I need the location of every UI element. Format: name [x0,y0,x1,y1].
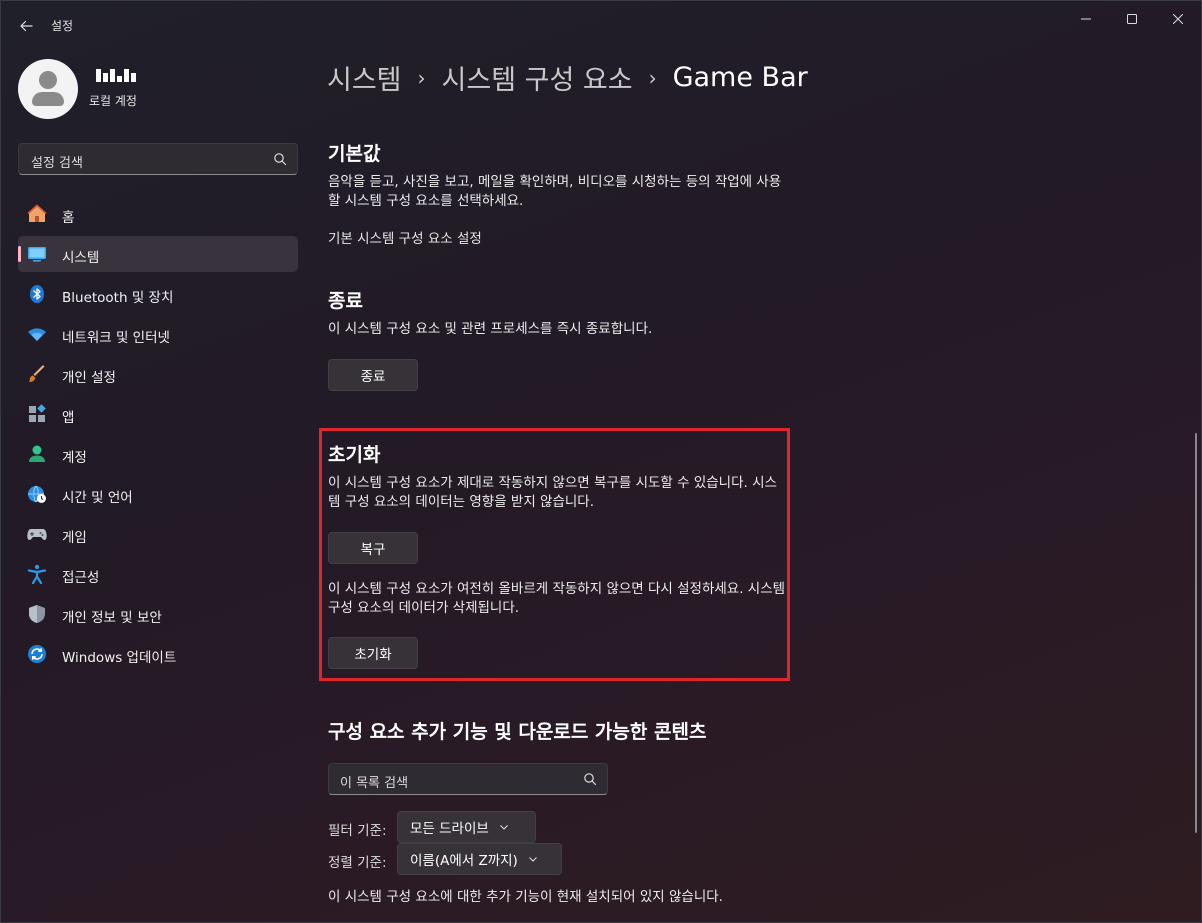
sidebar-item-personalization[interactable]: 개인 설정 [18,356,298,392]
shield-icon [29,605,45,623]
breadcrumb-separator: › [417,65,426,90]
minimize-icon [1081,18,1091,20]
reset-heading: 초기화 [328,444,381,466]
sidebar-item-label: 시간 및 언어 [62,490,133,506]
page-title: Game Bar [672,62,808,93]
sidebar-item-accounts[interactable]: 계정 [18,436,298,472]
sidebar-item-windows-update[interactable]: Windows 업데이트 [18,636,298,672]
maximize-button[interactable] [1109,1,1155,37]
sidebar-item-label: 개인 설정 [62,370,116,386]
globe-clock-icon [28,485,46,503]
list-search-placeholder: 이 목록 검색 [340,776,409,791]
account-icon [29,445,45,462]
filter-value: 모든 드라이브 [410,821,489,837]
settings-window: 설정 로컬 계정 설정 검색 홈 시스템 Bluetooth 및 장치 네트워크… [0,0,1202,923]
system-icon [28,247,46,262]
addons-heading: 구성 요소 추가 기능 및 다운로드 가능한 콘텐츠 [328,721,707,743]
filter-dropdown[interactable]: 모든 드라이브 [397,811,536,843]
arrow-left-icon [20,20,33,32]
terminate-description: 이 시스템 구성 요소 및 관련 프로세스를 즉시 종료합니다. [328,321,653,337]
chevron-down-icon [528,857,537,862]
reset-description: 이 시스템 구성 요소가 여전히 올바르게 작동하지 않으면 다시 설정하세요.… [328,581,786,616]
sidebar-item-gaming[interactable]: 게임 [18,516,298,552]
sidebar-item-label: 홈 [62,210,75,226]
close-button[interactable] [1155,1,1201,37]
sidebar-item-accessibility[interactable]: 접근성 [18,556,298,592]
defaults-heading: 기본값 [328,143,381,165]
repair-description: 이 시스템 구성 요소가 제대로 작동하지 않으면 복구를 시도할 수 있습니다… [328,475,777,510]
terminate-button[interactable]: 종료 [328,359,418,391]
sidebar-item-label: Windows 업데이트 [62,650,177,666]
sidebar-item-privacy-security[interactable]: 개인 정보 및 보안 [18,596,298,632]
search-icon [274,153,287,166]
sidebar-item-label: 계정 [62,450,87,466]
breadcrumb-system[interactable]: 시스템 [327,58,402,97]
repair-button[interactable]: 복구 [328,532,418,564]
sidebar-item-label: 게임 [62,530,87,546]
app-title: 설정 [51,19,74,33]
sidebar-nav: 홈 시스템 Bluetooth 및 장치 네트워크 및 인터넷 개인 설정 앱 … [18,196,298,676]
back-button[interactable] [11,11,41,41]
default-components-link[interactable]: 기본 시스템 구성 요소 설정 [328,227,482,247]
breadcrumb-system-components[interactable]: 시스템 구성 요소 [442,58,633,97]
sidebar-item-bluetooth[interactable]: Bluetooth 및 장치 [18,276,298,312]
list-search-input[interactable]: 이 목록 검색 [328,763,608,795]
update-icon [28,645,46,663]
breadcrumb-separator: › [648,65,657,90]
filter-label: 필터 기준: [328,823,387,839]
addons-status-text: 이 시스템 구성 요소에 대한 추가 기능이 현재 설치되어 있지 않습니다. [328,889,723,905]
chevron-down-icon [499,825,508,830]
sidebar-item-label: 앱 [62,410,75,426]
sidebar-item-home[interactable]: 홈 [18,196,298,232]
avatar [18,59,78,119]
apps-icon [29,404,46,422]
search-icon [584,773,597,786]
sort-label: 정렬 기준: [328,855,387,871]
sidebar-item-label: 네트워크 및 인터넷 [62,330,170,346]
scrollbar[interactable] [1195,433,1197,833]
settings-search-input[interactable]: 설정 검색 [18,143,298,175]
gamepad-icon [27,529,47,540]
user-profile[interactable]: 로컬 계정 [18,59,278,119]
maximize-icon [1127,14,1137,24]
home-icon [27,204,47,222]
bluetooth-icon [30,285,44,303]
search-placeholder: 설정 검색 [31,156,83,171]
minimize-button[interactable] [1063,1,1109,37]
brush-icon [29,365,45,382]
sort-value: 이름(A에서 Z까지) [410,853,518,869]
sidebar-item-label: 시스템 [62,250,100,266]
close-icon [1173,14,1183,24]
sort-dropdown[interactable]: 이름(A에서 Z까지) [397,843,562,875]
breadcrumb: 시스템 › 시스템 구성 요소 › Game Bar [327,58,808,97]
defaults-description: 음악을 듣고, 사진을 보고, 메일을 확인하며, 비디오를 시청하는 등의 작… [328,174,782,209]
sidebar-item-label: 접근성 [62,570,100,586]
wifi-icon [28,328,46,341]
sidebar-item-time-language[interactable]: 시간 및 언어 [18,476,298,512]
sidebar-item-label: 개인 정보 및 보안 [62,610,162,626]
account-type: 로컬 계정 [89,94,137,108]
title-bar: 설정 [1,1,1201,49]
accessibility-icon [27,564,47,584]
sidebar-item-network[interactable]: 네트워크 및 인터넷 [18,316,298,352]
reset-button[interactable]: 초기화 [328,637,418,669]
sidebar-item-label: Bluetooth 및 장치 [62,290,174,306]
user-name-redacted [96,69,136,82]
sidebar-item-system[interactable]: 시스템 [18,236,298,272]
terminate-heading: 종료 [328,290,363,312]
sidebar-item-apps[interactable]: 앱 [18,396,298,432]
